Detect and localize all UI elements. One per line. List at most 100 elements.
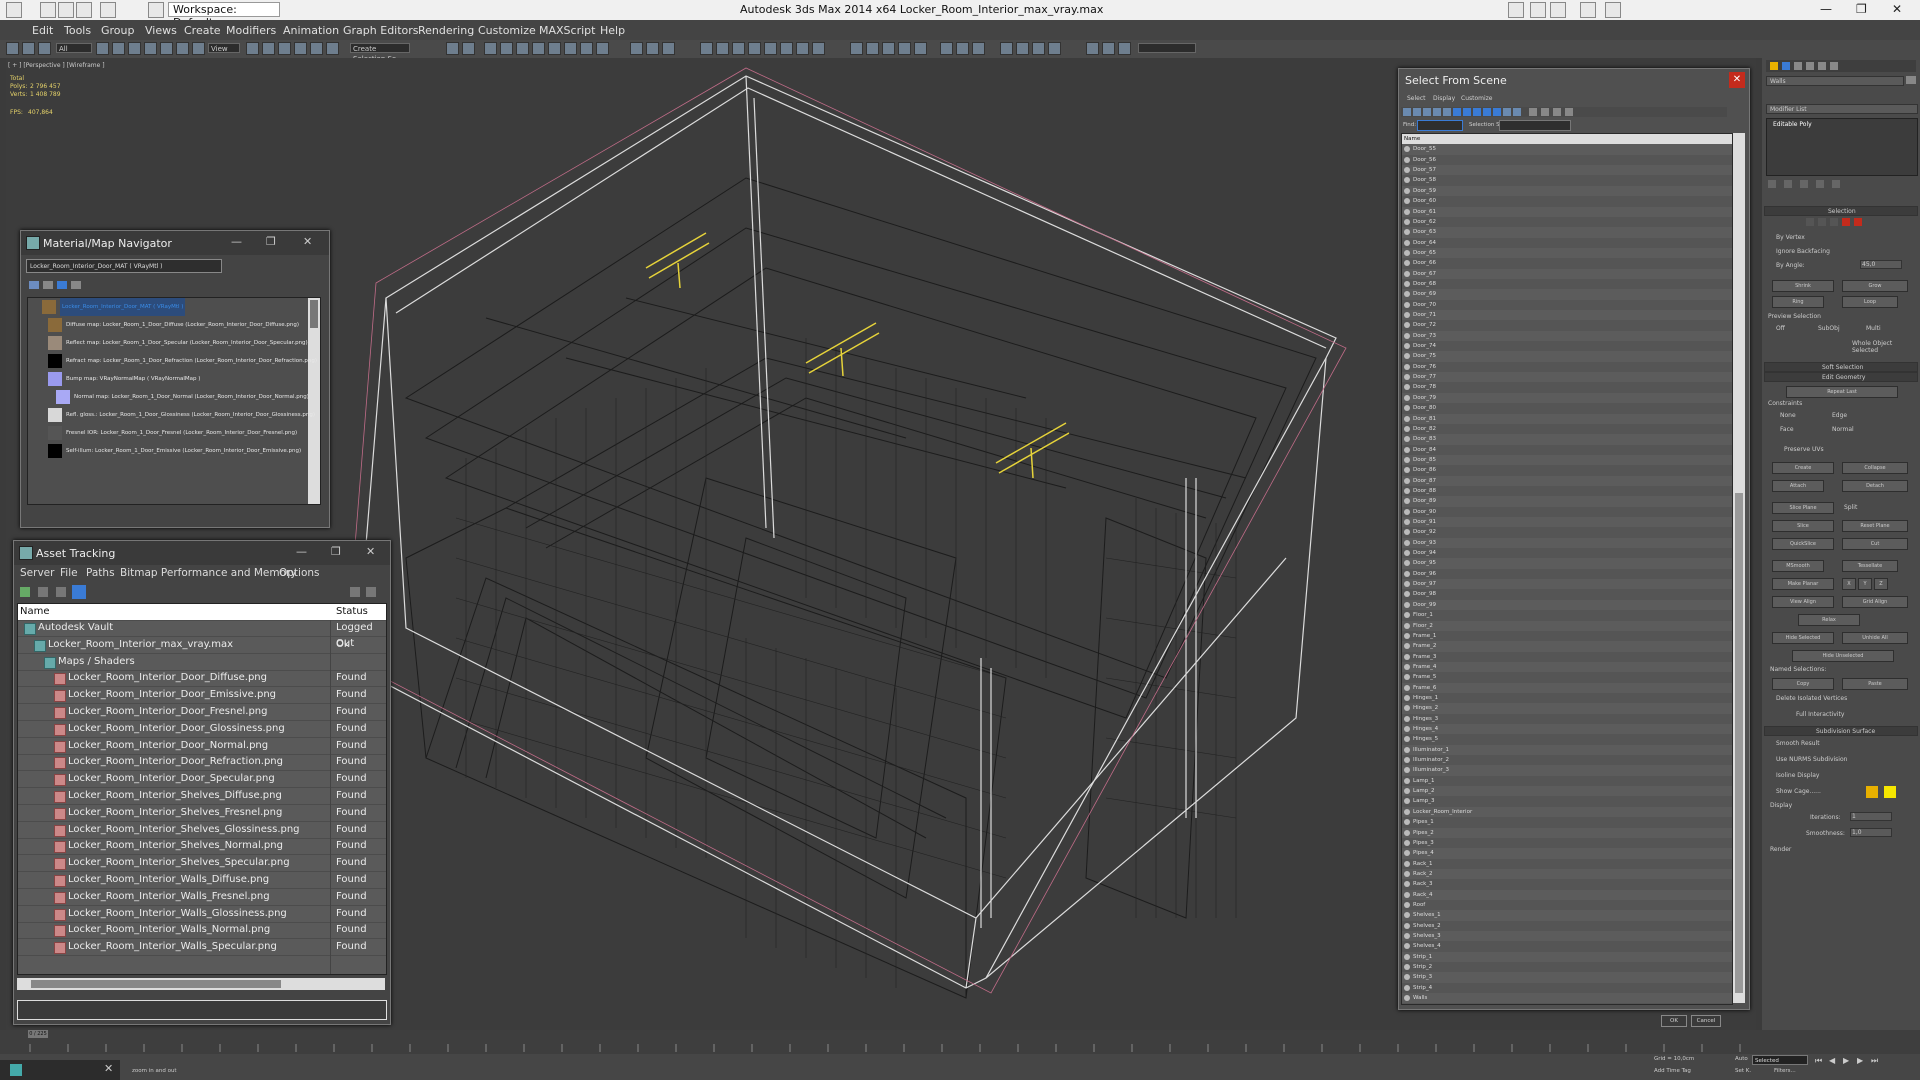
sfs-col-name[interactable]: Name xyxy=(1404,134,1420,144)
make-planar-button[interactable]: Make Planar xyxy=(1772,578,1834,590)
prev-frame-icon[interactable]: ◀ xyxy=(1829,1056,1835,1065)
scene-object-row[interactable]: Door_99 xyxy=(1402,599,1732,611)
scene-object-row[interactable]: Door_83 xyxy=(1402,434,1732,445)
create-button[interactable]: Create xyxy=(1772,462,1834,474)
display-children-icon[interactable] xyxy=(1541,108,1549,116)
cage-color-swatch-1[interactable] xyxy=(1866,786,1878,798)
scene-object-row[interactable]: Frame_4 xyxy=(1402,661,1732,673)
tree-view-icon[interactable] xyxy=(56,587,66,597)
cut-button[interactable]: Cut xyxy=(1842,538,1908,550)
display-icon[interactable] xyxy=(1032,42,1045,55)
go-to-start-icon[interactable]: ⏮ xyxy=(1815,1056,1822,1066)
matnav-title-bar[interactable]: Material/Map Navigator — ❐ ✕ xyxy=(21,231,329,255)
menu-maxscript[interactable]: MAXScript xyxy=(539,24,595,37)
attach-button[interactable]: Attach xyxy=(1772,480,1824,492)
filter-groups-icon[interactable] xyxy=(1483,108,1491,116)
filter-bones-icon[interactable] xyxy=(1503,108,1511,116)
layer-manager-icon[interactable] xyxy=(484,42,497,55)
vray-camera-icon[interactable] xyxy=(646,42,659,55)
msmooth-button[interactable]: MSmooth xyxy=(1772,560,1824,572)
scene-object-row[interactable]: Door_77 xyxy=(1402,372,1732,383)
pin-stack-icon[interactable] xyxy=(1768,180,1776,188)
asset-menu-options[interactable]: Options xyxy=(279,567,320,579)
next-frame-icon[interactable]: ▶ xyxy=(1857,1056,1863,1065)
preview-off-radio[interactable]: Off xyxy=(1776,325,1785,332)
iterations-spinner[interactable] xyxy=(1850,812,1892,821)
polygon-mode-icon[interactable] xyxy=(1842,218,1850,226)
auto-key-button[interactable]: Auto xyxy=(1735,1056,1748,1062)
mirror-icon[interactable] xyxy=(446,42,459,55)
filter-none-icon[interactable] xyxy=(1463,108,1471,116)
motion-tab-icon[interactable] xyxy=(1806,62,1814,70)
render-setup-icon[interactable] xyxy=(564,42,577,55)
show-cage-checkbox[interactable]: Show Cage...... xyxy=(1776,788,1821,795)
systems-icon[interactable] xyxy=(914,42,927,55)
menu-animation[interactable]: Animation xyxy=(283,24,339,37)
matnav-scrollbar[interactable] xyxy=(308,298,320,504)
scene-object-row[interactable]: Door_59 xyxy=(1402,185,1732,197)
motion-icon[interactable] xyxy=(1016,42,1029,55)
cylinder-icon[interactable] xyxy=(732,42,745,55)
scene-object-row[interactable]: Lamp_3 xyxy=(1402,796,1732,806)
edit-named-sets-icon[interactable] xyxy=(326,42,339,55)
view-align-button[interactable]: View Align xyxy=(1772,596,1834,608)
sfs-ok-button[interactable]: OK xyxy=(1661,1015,1687,1027)
percent-snap-icon[interactable] xyxy=(294,42,307,55)
minimize-icon[interactable]: — xyxy=(296,545,307,558)
asset-menu-bitmap[interactable]: Bitmap Performance and Memory xyxy=(120,567,297,579)
asset-menu-paths[interactable]: Paths xyxy=(86,567,115,579)
menu-help[interactable]: Help xyxy=(600,24,625,37)
slice-plane-button[interactable]: Slice Plane xyxy=(1772,502,1834,514)
scene-object-row[interactable]: Lamp_1 xyxy=(1402,776,1732,786)
sphere-icon[interactable] xyxy=(716,42,729,55)
detach-button[interactable]: Detach xyxy=(1842,480,1908,492)
scene-object-row[interactable]: Door_69 xyxy=(1402,289,1732,300)
light-icon[interactable] xyxy=(780,42,793,55)
scene-object-row[interactable]: Door_94 xyxy=(1402,548,1732,558)
make-unique-icon[interactable] xyxy=(1800,180,1808,188)
map-item-reflect[interactable]: Reflect map: Locker_Room_1_Door_Specular… xyxy=(28,334,308,352)
reference-coord-dropdown[interactable]: View xyxy=(208,43,240,53)
unhide-all-button[interactable]: Unhide All xyxy=(1842,632,1908,644)
asset-hscrollbar-thumb[interactable] xyxy=(31,980,281,988)
scene-object-row[interactable]: Door_64 xyxy=(1402,238,1732,248)
scene-object-row[interactable]: Walls xyxy=(1402,993,1732,1004)
filter-lights-icon[interactable] xyxy=(1423,108,1431,116)
timeline[interactable]: 0 / 225 xyxy=(0,1030,1920,1054)
constraint-edge-radio[interactable]: Edge xyxy=(1832,412,1847,419)
space-warp-icon[interactable] xyxy=(898,42,911,55)
filter-containers-icon[interactable] xyxy=(1513,108,1521,116)
minimize-icon[interactable]: — xyxy=(231,235,242,248)
sfs-menu-display[interactable]: Display xyxy=(1433,95,1455,102)
map-item-normal[interactable]: Normal map: Locker_Room_1_Door_Normal (L… xyxy=(28,388,309,406)
scene-object-row[interactable]: Illuminator_1 xyxy=(1402,744,1732,756)
restore-icon[interactable]: ❐ xyxy=(331,545,341,558)
maxscript-icon[interactable] xyxy=(10,1064,22,1076)
scene-object-row[interactable]: Door_76 xyxy=(1402,362,1732,372)
menu-create[interactable]: Create xyxy=(184,24,221,37)
scene-object-row[interactable]: Frame_6 xyxy=(1402,682,1732,693)
constraint-normal-radio[interactable]: Normal xyxy=(1832,426,1854,433)
view-large-icons-icon[interactable] xyxy=(71,281,81,289)
scene-object-row[interactable]: Illuminator_3 xyxy=(1402,765,1732,776)
filter-invert-icon[interactable] xyxy=(1473,108,1481,116)
filter-cameras-icon[interactable] xyxy=(1433,108,1441,116)
scene-object-row[interactable]: Door_84 xyxy=(1402,445,1732,455)
scene-object-row[interactable]: Lamp_2 xyxy=(1402,786,1732,797)
scene-object-row[interactable]: Door_68 xyxy=(1402,279,1732,289)
scene-object-row[interactable]: Door_63 xyxy=(1402,227,1732,238)
scene-object-row[interactable]: Door_56 xyxy=(1402,155,1732,165)
scene-object-row[interactable]: Frame_1 xyxy=(1402,631,1732,641)
show-end-result-icon[interactable] xyxy=(1784,180,1792,188)
scene-object-row[interactable]: Door_81 xyxy=(1402,413,1732,424)
create-tab-icon[interactable] xyxy=(1770,62,1778,70)
sfs-scrollbar-thumb[interactable] xyxy=(1735,493,1743,993)
hierarchy-tab-icon[interactable] xyxy=(1794,62,1802,70)
repeat-last-button[interactable]: Repeat Last xyxy=(1786,386,1898,398)
select-by-name-icon[interactable] xyxy=(112,42,125,55)
link-icon[interactable] xyxy=(22,42,35,55)
filter-xrefs-icon[interactable] xyxy=(1493,108,1501,116)
scene-object-row[interactable]: Door_85 xyxy=(1402,454,1732,466)
col-status[interactable]: Status xyxy=(336,604,368,620)
scene-object-row[interactable]: Pipes_1 xyxy=(1402,817,1732,827)
